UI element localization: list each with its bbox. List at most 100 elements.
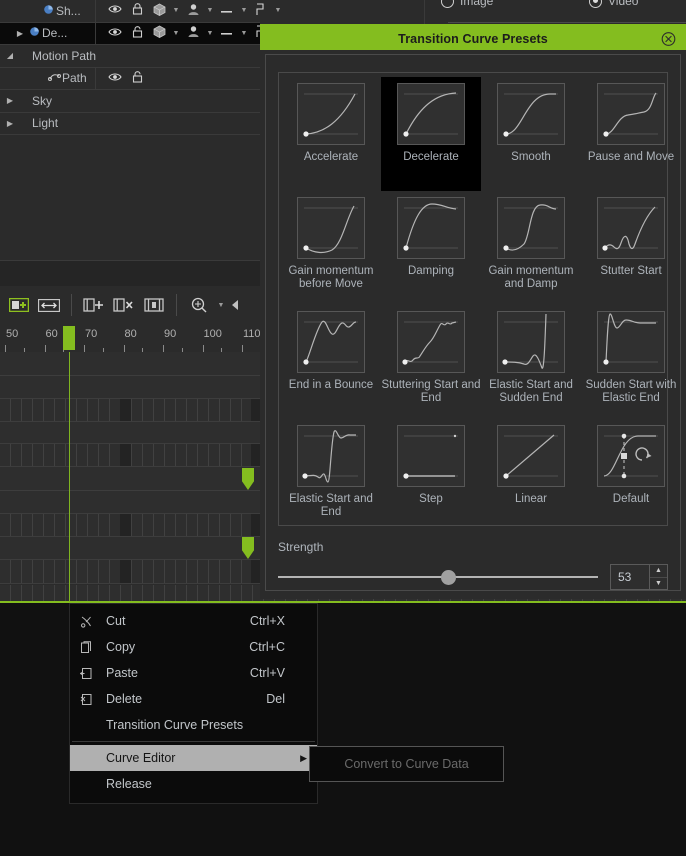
strength-controls: 53 ▲ ▼ [278,564,668,590]
preset-damping[interactable]: Damping [381,191,481,305]
tree-row-columns: ▼ ▼ ▼ ▼ [95,0,281,22]
preset-gain-momentum-and-damp[interactable]: Gain momentum and Damp [481,191,581,305]
zoom-dropdown-caret-icon[interactable]: ▼ [214,302,228,309]
ruler-tick-mark [123,345,125,352]
preset-sudden-start-with-elastic-end[interactable]: Sudden Start with Elastic End [581,305,681,419]
delete-icon [80,693,106,706]
tree-row-light[interactable]: ▶ Light [0,113,260,135]
stepper-down-icon[interactable]: ▼ [650,578,667,590]
avatar-icon[interactable] [182,3,204,19]
menu-separator [72,741,315,742]
preset-end-in-a-bounce[interactable]: End in a Bounce [281,305,381,419]
lock-icon[interactable] [126,3,148,18]
expand-arrow-icon[interactable]: ◢ [4,51,16,60]
ruler-tick-label: 100 [203,328,222,340]
radio-image[interactable]: Image [441,0,493,8]
visibility-eye-icon[interactable] [104,27,126,40]
menu-item-copy[interactable]: Copy Ctrl+C [70,634,317,660]
delete-frame-icon[interactable] [109,292,139,318]
stepper-up-icon[interactable]: ▲ [650,565,667,578]
menu-item-cut[interactable]: Cut Ctrl+X [70,608,317,634]
curve-editor-submenu[interactable]: Convert to Curve Data [309,746,504,782]
preset-label: Stuttering Start and End [381,379,481,404]
preset-elastic-start-and-end[interactable]: Elastic Start and End [281,419,381,533]
tree-row-motionpath[interactable]: ◢ Motion Path [0,45,260,68]
tree-row-path[interactable]: Path [0,67,260,90]
menu-item-delete[interactable]: Delete Del [70,686,317,712]
strength-slider[interactable] [278,568,598,586]
preset-step[interactable]: Step [381,419,481,533]
ruler-tick-mark [242,345,243,352]
ruler-tick-label: 80 [124,328,137,340]
preset-thumb [597,311,665,373]
avatar-icon[interactable] [182,25,204,41]
tree-row-sh[interactable]: Sh... ▼ ▼ ▼ ▼ [0,0,281,23]
line-style-icon[interactable] [216,5,238,17]
preset-pause-and-move[interactable]: Pause and Move [581,77,681,191]
menu-item-paste[interactable]: Paste Ctrl+V [70,660,317,686]
chevron-down-icon[interactable]: ▼ [204,7,216,14]
chevron-down-icon[interactable]: ▼ [238,7,250,14]
preset-label: Default [612,493,650,505]
preset-stutter-start[interactable]: Stutter Start [581,191,681,305]
radio-video[interactable]: Video [589,0,638,8]
properties-blank-panel [0,135,260,260]
preset-elastic-start-and-sudden-end[interactable]: Elastic Start and Sudden End [481,305,581,419]
menu-item-label: Release [106,777,152,791]
visibility-eye-icon[interactable] [104,4,126,17]
tree-row-columns [95,67,260,89]
expand-arrow-icon[interactable]: ▶ [4,119,16,128]
keyframe-marker[interactable] [242,468,254,490]
visibility-eye-icon[interactable] [104,72,126,85]
playhead-handle[interactable] [63,326,75,350]
lock-icon[interactable] [126,70,148,86]
toolbar-separator [71,294,72,316]
tree-row-de[interactable]: ▶De...▼▼▼▼ [0,22,281,45]
add-track-icon[interactable] [4,292,34,318]
preset-accelerate[interactable]: Accelerate [281,77,381,191]
flag-icon[interactable] [250,3,272,19]
transition-curve-presets-dialog: Transition Curve Presets Accelerate Dece… [260,28,686,599]
preset-stuttering-start-and-end[interactable]: Stuttering Start and End [381,305,481,419]
preset-linear[interactable]: Linear [481,419,581,533]
slider-knob[interactable] [440,570,456,585]
paste-icon [80,667,106,680]
chevron-down-icon[interactable]: ▼ [170,7,182,14]
preset-decelerate[interactable]: Decelerate [381,77,481,191]
tree-row-sky[interactable]: ▶ Sky [0,90,260,113]
submenu-item-convert-to-curve-data[interactable]: Convert to Curve Data [344,757,468,771]
menu-item-transition-curve-presets[interactable]: Transition Curve Presets [70,712,317,738]
keyframe-marker[interactable] [242,537,254,559]
preset-label: Damping [407,265,455,277]
chevron-down-icon[interactable]: ▼ [238,30,250,37]
expand-arrow-icon[interactable]: ▶ [14,29,26,38]
preset-thumb [397,197,465,259]
menu-item-curve-editor[interactable]: Curve Editor ▶ [70,745,317,771]
line-style-icon[interactable] [216,27,238,39]
slider-handle-icon[interactable] [228,292,242,318]
insert-frame-icon[interactable] [79,292,109,318]
preset-smooth[interactable]: Smooth [481,77,581,191]
menu-item-release[interactable]: Release [70,771,317,797]
chevron-down-icon[interactable]: ▼ [272,7,284,14]
preset-thumb [397,83,465,145]
lock-icon[interactable] [126,25,148,41]
mesh-cube-icon[interactable] [148,25,170,41]
tree-row-label: Path [62,71,87,86]
preset-label: Sudden Start with Elastic End [585,379,677,404]
preset-gain-momentum-before-move[interactable]: Gain momentum before Move [281,191,381,305]
zoom-icon[interactable] [184,292,214,318]
mesh-cube-icon[interactable] [148,3,170,19]
chevron-down-icon[interactable]: ▼ [204,30,216,37]
close-circle-icon[interactable] [661,32,676,47]
preset-thumb [497,197,565,259]
strength-stepper[interactable]: 53 ▲ ▼ [610,564,668,590]
strength-value[interactable]: 53 [611,565,649,589]
expand-arrow-icon[interactable]: ▶ [4,96,16,105]
split-frame-icon[interactable] [139,292,169,318]
preset-label: Gain momentum before Move [288,265,374,290]
chevron-down-icon[interactable]: ▼ [170,30,182,37]
preset-thumb [297,425,365,487]
preset-default[interactable]: Default [581,419,681,533]
fit-width-icon[interactable] [34,292,64,318]
